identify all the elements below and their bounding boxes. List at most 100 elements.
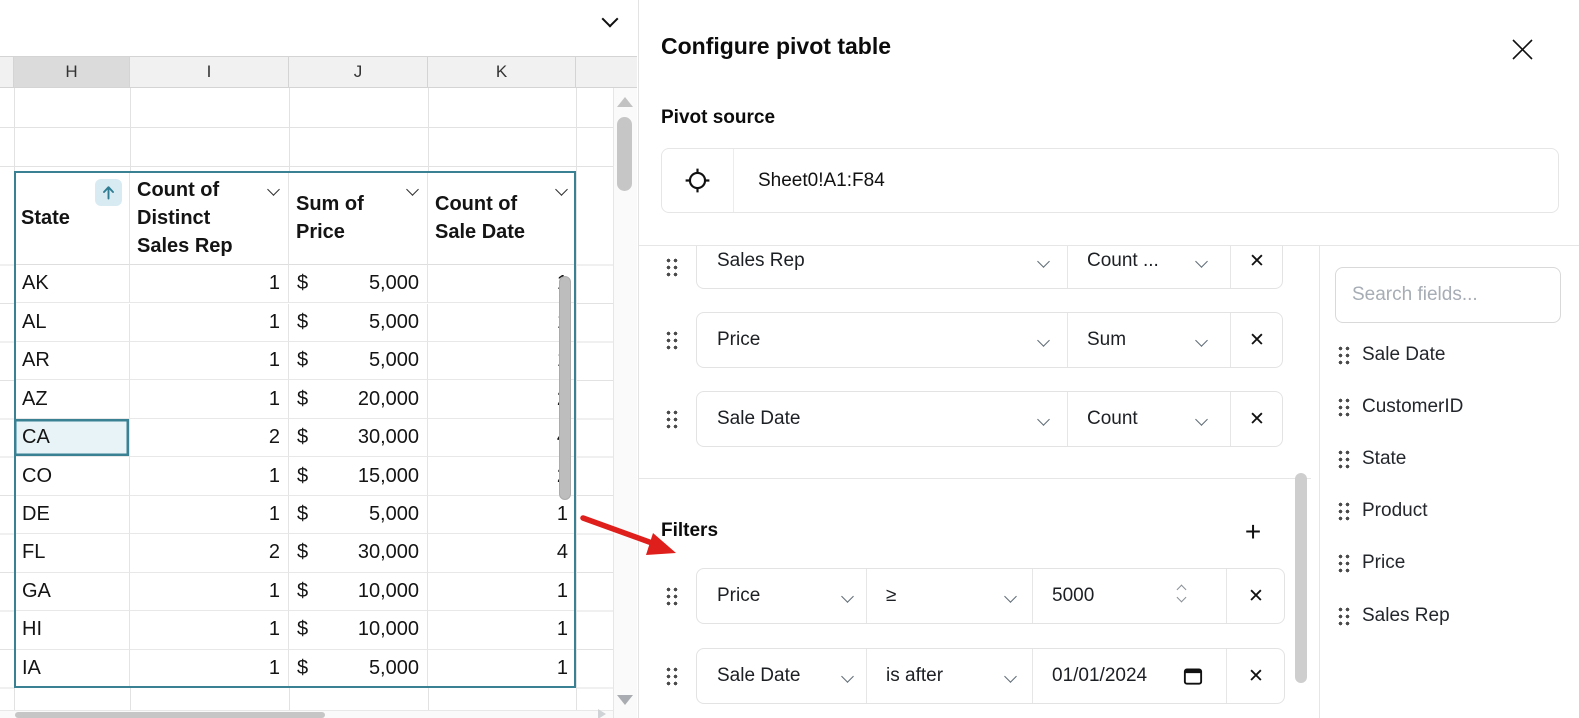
cell-distinct[interactable]: 2 [130, 534, 289, 572]
cell-sale-count[interactable]: 1 [428, 496, 576, 534]
cell-price[interactable]: $5,000 [289, 304, 428, 342]
remove-filter-button[interactable]: ✕ [1226, 569, 1286, 623]
add-filter-button[interactable]: + [1235, 515, 1271, 549]
cell-price[interactable]: $30,000 [289, 419, 428, 457]
cell-sale-count[interactable]: 4 [428, 419, 576, 457]
cell-sale-count[interactable]: 1 [428, 611, 576, 649]
pivot-header-state[interactable]: State [14, 171, 130, 265]
field-item-product[interactable]: Product [1337, 497, 1427, 525]
pivot-header-distinct-count[interactable]: Count of Distinct Sales Rep [130, 171, 289, 265]
filter-field-select[interactable]: Sale Date [697, 649, 866, 703]
cell-price[interactable]: $20,000 [289, 380, 428, 418]
cell-price[interactable]: $5,000 [289, 650, 428, 688]
chevron-down-icon[interactable] [267, 183, 280, 196]
cell-state[interactable]: AR [14, 342, 130, 380]
panel-scrollbar-thumb[interactable] [1295, 473, 1307, 683]
horizontal-scrollbar-thumb[interactable] [15, 712, 325, 718]
pivot-scrollbar-thumb[interactable] [559, 276, 571, 500]
close-panel-button[interactable] [1507, 34, 1537, 64]
cell-distinct[interactable]: 1 [130, 496, 289, 534]
sort-ascending-button[interactable] [95, 179, 122, 206]
field-item-sale-date[interactable]: Sale Date [1337, 341, 1445, 369]
drag-handle-icon[interactable] [665, 257, 679, 277]
vertical-scrollbar-thumb[interactable] [617, 117, 632, 191]
filter-field-select[interactable]: Price [697, 569, 866, 623]
cell-state[interactable]: CO [14, 457, 130, 495]
field-item-price[interactable]: Price [1337, 549, 1405, 577]
column-header-j[interactable]: J [289, 57, 428, 87]
scroll-down-arrow[interactable] [617, 695, 633, 705]
search-fields-input[interactable] [1335, 267, 1561, 323]
pivot-header-count-sale-date[interactable]: Count of Sale Date [428, 171, 576, 265]
column-header-partial[interactable] [576, 57, 613, 87]
remove-filter-button[interactable]: ✕ [1226, 649, 1286, 703]
cell-state[interactable]: HI [14, 611, 130, 649]
cell-price[interactable]: $10,000 [289, 573, 428, 611]
select-range-button[interactable] [662, 149, 734, 212]
cell-distinct[interactable]: 1 [130, 611, 289, 649]
filter-value-input[interactable]: 5000 [1032, 569, 1226, 623]
cell-distinct[interactable]: 2 [130, 419, 289, 457]
chevron-down-icon[interactable] [406, 183, 419, 196]
number-spinner[interactable] [1178, 586, 1185, 601]
cell-distinct[interactable]: 1 [130, 380, 289, 418]
drag-handle-icon[interactable] [665, 586, 679, 606]
cell-state[interactable]: FL [14, 534, 130, 572]
cell-price[interactable]: $15,000 [289, 457, 428, 495]
drag-handle-icon[interactable] [665, 330, 679, 350]
cell-price[interactable]: $5,000 [289, 496, 428, 534]
cell-sale-count[interactable]: 2 [428, 457, 576, 495]
cell-price[interactable]: $5,000 [289, 265, 428, 303]
field-select[interactable]: Sale Date [697, 392, 1067, 446]
pivot-source-box[interactable]: Sheet0!A1:F84 [661, 148, 1559, 213]
cell-distinct[interactable]: 1 [130, 265, 289, 303]
cell-price[interactable]: $5,000 [289, 342, 428, 380]
cell-sale-count[interactable]: 2 [428, 380, 576, 418]
cell-state[interactable]: AL [14, 304, 130, 342]
scroll-up-arrow[interactable] [617, 97, 633, 107]
chevron-down-icon[interactable] [555, 183, 568, 196]
remove-field-button[interactable]: ✕ [1230, 313, 1284, 367]
row-header-corner[interactable] [0, 57, 14, 87]
filter-operator-select[interactable]: is after [866, 649, 1032, 703]
field-item-customerid[interactable]: CustomerID [1337, 393, 1463, 421]
cell-sale-count[interactable]: 1 [428, 265, 576, 303]
field-item-sales-rep[interactable]: Sales Rep [1337, 602, 1450, 630]
pivot-header-sum-price[interactable]: Sum of Price [289, 171, 428, 265]
date-picker-button[interactable] [1182, 665, 1204, 687]
drag-handle-icon[interactable] [665, 666, 679, 686]
cell-sale-count[interactable]: 1 [428, 573, 576, 611]
cell-state[interactable]: DE [14, 496, 130, 534]
cell-distinct[interactable]: 1 [130, 342, 289, 380]
cell-distinct[interactable]: 1 [130, 457, 289, 495]
field-select[interactable]: Price [697, 313, 1067, 367]
cell-distinct[interactable]: 1 [130, 650, 289, 688]
cell-sale-count[interactable]: 4 [428, 534, 576, 572]
column-header-h[interactable]: H [14, 57, 130, 87]
filter-date-input[interactable]: 01/01/2024 [1032, 649, 1226, 703]
scroll-right-arrow[interactable] [598, 709, 606, 718]
column-header-i[interactable]: I [130, 57, 289, 87]
toolbar-collapse-button[interactable] [596, 8, 624, 34]
cell-sale-count[interactable]: 1 [428, 304, 576, 342]
column-header-k[interactable]: K [428, 57, 576, 87]
selected-cell-state[interactable]: CA [14, 419, 130, 457]
cell-state[interactable]: GA [14, 573, 130, 611]
aggregation-select[interactable]: Count ... [1067, 246, 1230, 288]
cell-state[interactable]: IA [14, 650, 130, 688]
cell-price[interactable]: $10,000 [289, 611, 428, 649]
remove-field-button[interactable]: ✕ [1230, 392, 1284, 446]
drag-handle-icon[interactable] [665, 409, 679, 429]
cell-distinct[interactable]: 1 [130, 304, 289, 342]
filter-operator-select[interactable]: ≥ [866, 569, 1032, 623]
aggregation-select[interactable]: Count [1067, 392, 1230, 446]
field-item-state[interactable]: State [1337, 445, 1406, 473]
pivot-source-range[interactable]: Sheet0!A1:F84 [734, 149, 1558, 212]
field-select[interactable]: Sales Rep [697, 246, 1067, 288]
cell-distinct[interactable]: 1 [130, 573, 289, 611]
cell-state[interactable]: AK [14, 265, 130, 303]
cell-price[interactable]: $30,000 [289, 534, 428, 572]
cell-sale-count[interactable]: 1 [428, 650, 576, 688]
remove-field-button[interactable]: ✕ [1230, 246, 1284, 288]
cell-state[interactable]: AZ [14, 380, 130, 418]
